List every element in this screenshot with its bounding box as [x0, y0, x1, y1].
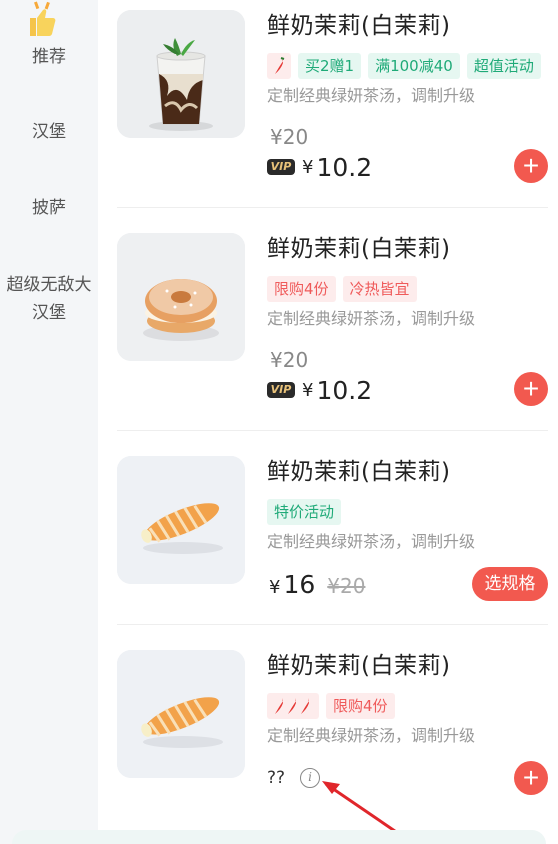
sale-price: 16 — [283, 570, 316, 599]
sidebar-item-label: 超级无敌大 — [6, 275, 92, 295]
vip-price: 10.2 — [316, 152, 373, 182]
promo-tag: 超值活动 — [466, 53, 541, 79]
product-name: 鲜奶茉莉(白茉莉) — [267, 236, 451, 262]
tag-list: 限购4份 冷热皆宜 — [267, 276, 417, 302]
product-card[interactable]: 鲜奶茉莉(白茉莉) 特价活动 定制经典绿妍茶汤，调制升级 ¥ 16 ¥20 选规… — [98, 446, 558, 668]
divider — [117, 624, 548, 625]
add-to-cart-button[interactable]: + — [514, 372, 548, 406]
product-name: 鲜奶茉莉(白茉莉) — [267, 459, 451, 485]
divider — [117, 207, 548, 208]
vip-price-row: VIP ¥ 10.2 — [267, 375, 372, 405]
sidebar-item-label: 汉堡 — [32, 303, 66, 323]
promo-tag: 特价活动 — [267, 499, 342, 525]
tag-list: 特价活动 — [267, 499, 342, 525]
sidebar-item-pizza[interactable]: 披萨 — [0, 194, 98, 222]
promo-tag: 买2赠1 — [298, 53, 362, 79]
add-to-cart-button[interactable]: + — [514, 761, 548, 795]
product-card[interactable]: 鲜奶茉莉(白茉莉) 买2赠1 满100减40 超值活动 定制经典绿妍茶汤，调制升… — [98, 0, 558, 222]
hot-cold-tag: 冷热皆宜 — [342, 276, 417, 302]
currency-symbol: ¥ — [302, 379, 314, 401]
bottom-bar — [12, 830, 546, 844]
product-image — [117, 10, 245, 138]
info-icon[interactable]: i — [300, 768, 320, 788]
select-spec-button[interactable]: 选规格 — [472, 567, 548, 601]
limit-tag: 限购4份 — [326, 693, 395, 719]
product-name: 鲜奶茉莉(白茉莉) — [267, 653, 451, 679]
spicy-tag — [267, 53, 291, 79]
original-price: ¥20 — [270, 125, 309, 149]
product-name: 鲜奶茉莉(白茉莉) — [267, 13, 451, 39]
product-image — [117, 456, 245, 584]
sidebar-item-super-burger[interactable]: 超级无敌大 汉堡 — [0, 271, 98, 327]
product-card[interactable]: 鲜奶茉莉(白茉莉) 限购4份 冷热皆宜 定制经典绿妍茶汤，调制升级 ¥20 VI… — [98, 223, 558, 445]
sidebar-item-recommend[interactable]: 推荐 — [0, 43, 98, 71]
chili-pepper-icon — [275, 698, 309, 714]
sidebar-item-burger[interactable]: 汉堡 — [0, 118, 98, 146]
vip-price-row: VIP ¥ 10.2 — [267, 152, 372, 182]
chili-pepper-icon — [275, 57, 285, 74]
price-placeholder: ?? — [267, 768, 286, 788]
original-price: ¥20 — [270, 348, 309, 372]
vip-price: 10.2 — [316, 375, 373, 405]
vip-badge: VIP — [267, 382, 295, 398]
currency-symbol: ¥ — [269, 577, 281, 598]
product-image — [117, 650, 245, 778]
tag-list: 买2赠1 满100减40 超值活动 — [267, 53, 541, 79]
promo-tag: 满100减40 — [368, 53, 460, 79]
product-description: 定制经典绿妍茶汤，调制升级 — [267, 309, 476, 328]
thumbs-up-icon — [30, 1, 56, 36]
product-description: 定制经典绿妍茶汤，调制升级 — [267, 726, 476, 745]
price-row: ¥ 16 ¥20 — [269, 570, 365, 600]
tag-list: 限购4份 — [267, 693, 395, 719]
product-description: 定制经典绿妍茶汤，调制升级 — [267, 532, 476, 551]
currency-symbol: ¥ — [302, 156, 314, 178]
vip-badge: VIP — [267, 159, 295, 175]
add-to-cart-button[interactable]: + — [514, 149, 548, 183]
limit-tag: 限购4份 — [267, 276, 336, 302]
spicy-tag — [267, 693, 319, 719]
category-sidebar: 推荐 汉堡 披萨 超级无敌大 汉堡 — [0, 0, 98, 844]
product-card[interactable]: 鲜奶茉莉(白茉莉) 限购4份 定制经典绿妍茶汤，调制升级 ?? i + — [98, 640, 558, 844]
old-price: ¥20 — [327, 574, 366, 598]
product-image — [117, 233, 245, 361]
product-description: 定制经典绿妍茶汤，调制升级 — [267, 86, 476, 105]
divider — [117, 430, 548, 431]
